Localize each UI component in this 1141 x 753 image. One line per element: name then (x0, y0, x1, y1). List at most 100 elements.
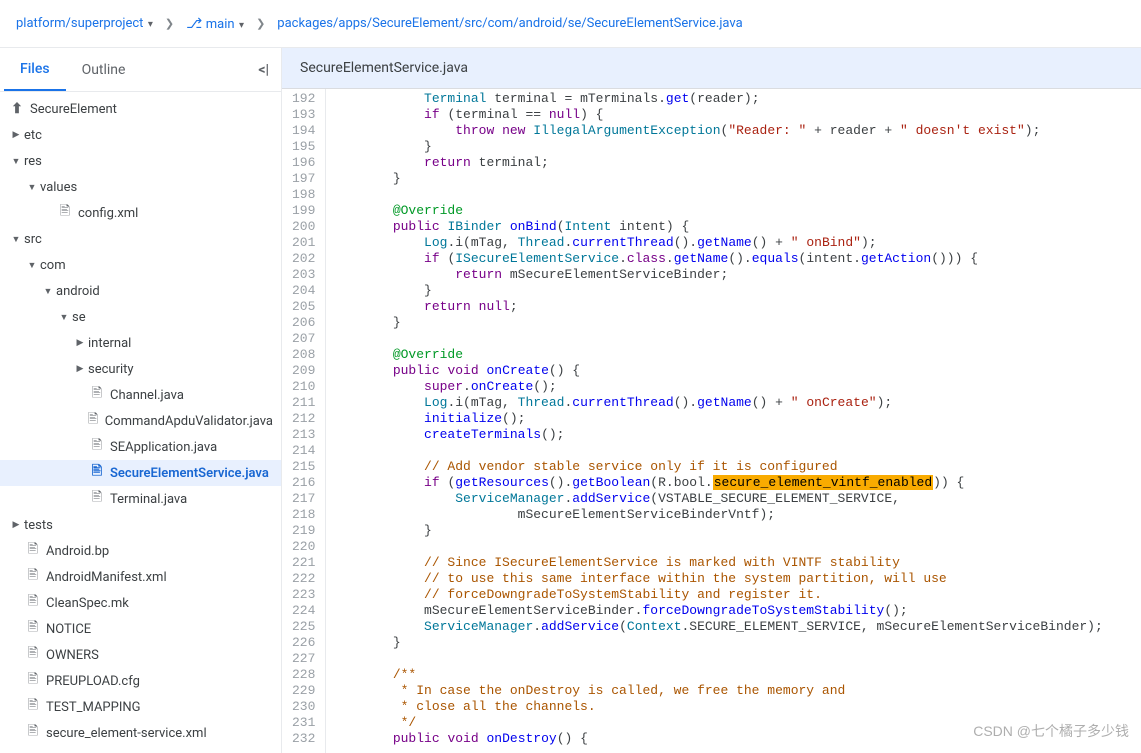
code-line[interactable]: public IBinder onBind(Intent intent) { (330, 219, 1102, 235)
line-number[interactable]: 196 (282, 155, 325, 171)
line-number[interactable]: 228 (282, 667, 325, 683)
code-line[interactable]: if (terminal == null) { (330, 107, 1102, 123)
code-line[interactable]: return mSecureElementServiceBinder; (330, 267, 1102, 283)
tree-file[interactable]: 🖹NOTICE (0, 616, 281, 642)
tab-files[interactable]: Files (4, 49, 66, 91)
code-line[interactable] (330, 187, 1102, 203)
tree-folder-com[interactable]: ▼com (0, 252, 281, 278)
line-number[interactable]: 212 (282, 411, 325, 427)
tree-file[interactable]: 🖹CleanSpec.mk (0, 590, 281, 616)
line-number[interactable]: 219 (282, 523, 325, 539)
tree-file[interactable]: 🖹Terminal.java (0, 486, 281, 512)
code-line[interactable]: @Override (330, 203, 1102, 219)
line-number[interactable]: 193 (282, 107, 325, 123)
line-number[interactable]: 216 (282, 475, 325, 491)
code-line[interactable]: // Add vendor stable service only if it … (330, 459, 1102, 475)
line-number[interactable]: 206 (282, 315, 325, 331)
tree-file[interactable]: 🖹SEApplication.java (0, 434, 281, 460)
code-line[interactable] (330, 331, 1102, 347)
tree-folder-internal[interactable]: ▶internal (0, 330, 281, 356)
line-number[interactable]: 221 (282, 555, 325, 571)
line-number[interactable]: 208 (282, 347, 325, 363)
line-number[interactable]: 213 (282, 427, 325, 443)
line-number[interactable]: 197 (282, 171, 325, 187)
line-number[interactable]: 230 (282, 699, 325, 715)
line-number[interactable]: 220 (282, 539, 325, 555)
code-line[interactable]: initialize(); (330, 411, 1102, 427)
code-line[interactable]: * close all the channels. (330, 699, 1102, 715)
line-number[interactable]: 232 (282, 731, 325, 747)
line-number[interactable]: 210 (282, 379, 325, 395)
code-line[interactable]: Log.i(mTag, Thread.currentThread().getNa… (330, 395, 1102, 411)
code-line[interactable]: public void onCreate() { (330, 363, 1102, 379)
line-number[interactable]: 218 (282, 507, 325, 523)
line-number[interactable]: 203 (282, 267, 325, 283)
line-number[interactable]: 207 (282, 331, 325, 347)
line-number[interactable]: 227 (282, 651, 325, 667)
line-number[interactable]: 195 (282, 139, 325, 155)
code-line[interactable]: */ (330, 715, 1102, 731)
code-line[interactable]: createTerminals(); (330, 427, 1102, 443)
collapse-sidebar-button[interactable]: <| (250, 54, 277, 86)
tree-file-selected[interactable]: 🖹SecureElementService.java (0, 460, 281, 486)
code-line[interactable]: } (330, 283, 1102, 299)
tree-file[interactable]: 🖹AndroidManifest.xml (0, 564, 281, 590)
tree-folder-etc[interactable]: ▶etc (0, 122, 281, 148)
code-line[interactable]: mSecureElementServiceBinder.forceDowngra… (330, 603, 1102, 619)
code-line[interactable]: Log.i(mTag, Thread.currentThread().getNa… (330, 235, 1102, 251)
code-line[interactable]: public void onDestroy() { (330, 731, 1102, 747)
tree-file[interactable]: 🖹TEST_MAPPING (0, 694, 281, 720)
tree-folder-res[interactable]: ▼res (0, 148, 281, 174)
line-number[interactable]: 215 (282, 459, 325, 475)
code-line[interactable]: } (330, 635, 1102, 651)
tab-outline[interactable]: Outline (66, 50, 142, 90)
breadcrumb-path[interactable]: packages/apps/SecureElement/src/com/andr… (277, 16, 742, 31)
code-body[interactable]: Terminal terminal = mTerminals.get(reade… (326, 89, 1102, 753)
tree-folder-android[interactable]: ▼android (0, 278, 281, 304)
tree-file[interactable]: 🖹Channel.java (0, 382, 281, 408)
code-line[interactable]: return terminal; (330, 155, 1102, 171)
line-number[interactable]: 194 (282, 123, 325, 139)
line-number[interactable]: 209 (282, 363, 325, 379)
tree-file[interactable]: 🖹Android.bp (0, 538, 281, 564)
tree-file[interactable]: 🖹config.xml (0, 200, 281, 226)
line-number[interactable]: 222 (282, 571, 325, 587)
code-view[interactable]: 1921931941951961971981992002012022032042… (282, 89, 1141, 753)
line-number[interactable]: 226 (282, 635, 325, 651)
tree-file[interactable]: 🖹secure_element-service.xml (0, 720, 281, 746)
line-number[interactable]: 225 (282, 619, 325, 635)
line-number[interactable]: 202 (282, 251, 325, 267)
code-line[interactable]: // forceDowngradeToSystemStability and r… (330, 587, 1102, 603)
line-number[interactable]: 214 (282, 443, 325, 459)
tree-file[interactable]: 🖹OWNERS (0, 642, 281, 668)
breadcrumb-project[interactable]: platform/superproject ▾ (16, 16, 153, 31)
code-line[interactable]: if (ISecureElementService.class.getName(… (330, 251, 1102, 267)
code-line[interactable]: return null; (330, 299, 1102, 315)
line-number[interactable]: 205 (282, 299, 325, 315)
tree-folder-values[interactable]: ▼values (0, 174, 281, 200)
code-line[interactable]: } (330, 315, 1102, 331)
code-line[interactable]: Terminal terminal = mTerminals.get(reade… (330, 91, 1102, 107)
code-line[interactable]: // Since ISecureElementService is marked… (330, 555, 1102, 571)
code-line[interactable] (330, 443, 1102, 459)
code-line[interactable]: } (330, 171, 1102, 187)
code-line[interactable]: mSecureElementServiceBinderVntf); (330, 507, 1102, 523)
line-number[interactable]: 199 (282, 203, 325, 219)
code-line[interactable] (330, 651, 1102, 667)
tree-file[interactable]: 🖹CommandApduValidator.java (0, 408, 281, 434)
tree-folder-security[interactable]: ▶security (0, 356, 281, 382)
line-number[interactable]: 231 (282, 715, 325, 731)
line-number[interactable]: 198 (282, 187, 325, 203)
line-number[interactable]: 223 (282, 587, 325, 603)
tree-file[interactable]: 🖹PREUPLOAD.cfg (0, 668, 281, 694)
line-number[interactable]: 224 (282, 603, 325, 619)
tree-back[interactable]: ⬆SecureElement (0, 96, 281, 122)
tree-folder-se[interactable]: ▼se (0, 304, 281, 330)
code-line[interactable]: } (330, 139, 1102, 155)
tree-folder-src[interactable]: ▼src (0, 226, 281, 252)
code-line[interactable]: @Override (330, 347, 1102, 363)
code-line[interactable]: if (getResources().getBoolean(R.bool.sec… (330, 475, 1102, 491)
line-number[interactable]: 229 (282, 683, 325, 699)
line-number[interactable]: 201 (282, 235, 325, 251)
line-number[interactable]: 204 (282, 283, 325, 299)
